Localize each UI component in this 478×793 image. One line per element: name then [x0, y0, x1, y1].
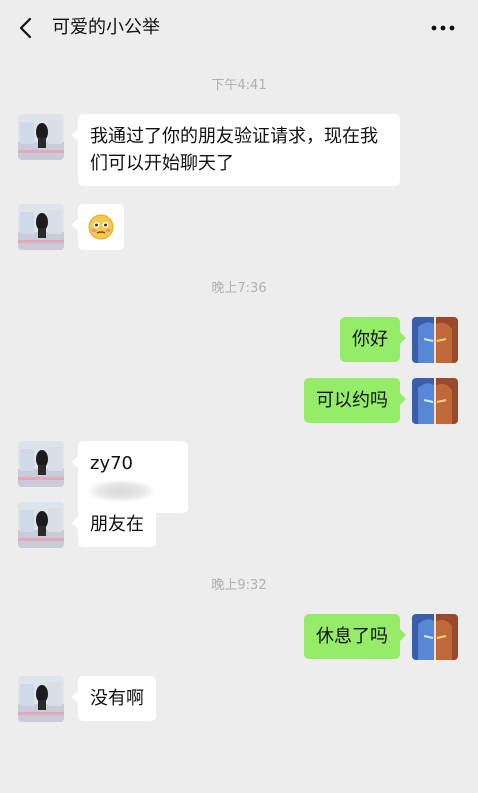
timestamp: 晚上7:36 — [211, 281, 267, 296]
message-bubble[interactable]: 休息了吗 — [304, 614, 406, 659]
message-bubble[interactable]: 可以约吗 — [304, 378, 406, 423]
contact-avatar[interactable] — [18, 676, 64, 722]
my-avatar[interactable] — [412, 378, 458, 424]
my-avatar[interactable] — [412, 317, 458, 363]
chat-title: 可爱的小公举 — [52, 17, 160, 38]
message-bubble[interactable]: 我通过了你的朋友验证请求，现在我们可以开始聊天了 — [72, 114, 400, 186]
message-text: zy70 — [90, 453, 134, 474]
chevron-left-icon[interactable] — [14, 14, 40, 42]
more-dots-icon[interactable] — [428, 16, 458, 40]
message-list[interactable]: 下午4:41 我通过了你的朋友验证请求，现在我们可以开始聊天了 晚上7:36 你… — [0, 56, 478, 793]
contact-avatar[interactable] — [18, 114, 64, 160]
timestamp: 下午4:41 — [211, 78, 267, 93]
redacted-blur — [90, 481, 152, 501]
my-avatar[interactable] — [412, 614, 458, 660]
message-bubble[interactable] — [72, 204, 124, 250]
message-bubble[interactable]: 朋友在 — [72, 502, 156, 547]
message-bubble[interactable]: 没有啊 — [72, 676, 156, 721]
timestamp: 晚上9:32 — [211, 578, 267, 593]
message-bubble[interactable]: 你好 — [340, 317, 406, 362]
chat-header: 可爱的小公举 — [0, 0, 478, 56]
flushed-smiley-emoji — [88, 214, 114, 240]
contact-avatar[interactable] — [18, 502, 64, 548]
bottom-area — [0, 760, 478, 793]
contact-avatar[interactable] — [18, 441, 64, 487]
contact-avatar[interactable] — [18, 204, 64, 250]
